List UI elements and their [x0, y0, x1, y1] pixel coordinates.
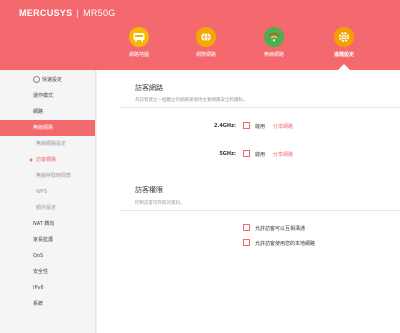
brand-logo: MERCUSYS | MR50G — [19, 8, 116, 18]
brand-name: MERCUSYS — [19, 8, 73, 18]
allow-guests-communicate-text: 允許訪客可以互相溝通 — [255, 226, 306, 232]
top-header: MERCUSYS | MR50G 網路地圖 網際網路 無線網路 進階設定 — [0, 0, 400, 70]
sidebar-item-security[interactable]: 安全性 — [0, 264, 95, 280]
sidebar-item-label: 家長監護 — [33, 237, 54, 243]
sidebar-item-label: 網路 — [33, 109, 44, 115]
sidebar-item-operation-mode[interactable]: 運作模式 — [0, 88, 95, 104]
allow-guests-local-network-checkbox[interactable] — [243, 239, 250, 246]
sidebar-item-label: 快速設定 — [42, 77, 63, 83]
sidebar-item-network[interactable]: 網路 — [0, 104, 95, 120]
nav-label: 網路地圖 — [128, 52, 149, 58]
sidebar: 快速設定 運作模式 網路 無線網路 無線網路設定 訪客網路 無線存取時間表 WP… — [0, 70, 96, 333]
band-5ghz-label: 5GHz: — [219, 151, 236, 157]
sidebar-item-label: 系統 — [33, 301, 44, 307]
gear-icon — [334, 27, 354, 47]
band-5ghz-share-link[interactable]: 分享網路 — [273, 151, 293, 158]
nav-network-map[interactable]: 網路地圖 — [114, 27, 164, 58]
section-divider — [119, 107, 400, 108]
sidebar-item-label: 運作模式 — [33, 93, 54, 99]
sidebar-item-qos[interactable]: QoS — [0, 248, 95, 264]
band-24ghz-enable-text: 啟用 — [255, 124, 266, 130]
sidebar-item-label: 安全性 — [33, 269, 49, 275]
internet-globe-icon — [196, 27, 216, 47]
allow-guests-communicate-checkbox[interactable] — [243, 224, 250, 231]
band-5ghz-enable-checkbox[interactable] — [243, 150, 250, 157]
guest-network-description: 為訪客建立一個獨立的網路來保持主要網路安全和隱私。 — [135, 98, 248, 103]
sidebar-item-additional-settings[interactable]: 額外設定 — [0, 200, 95, 216]
sidebar-item-wireless-schedule[interactable]: 無線存取時間表 — [0, 168, 95, 184]
sidebar-item-wps[interactable]: WPS — [0, 184, 95, 200]
sidebar-item-label: 無線存取時間表 — [36, 173, 72, 179]
nav-label: 無線網路 — [263, 52, 284, 58]
band-24ghz-share-link[interactable]: 分享網路 — [273, 123, 293, 130]
brand-separator: | — [76, 8, 80, 18]
sidebar-item-nat-forwarding[interactable]: NAT 轉向 — [0, 216, 95, 232]
nav-wireless[interactable]: 無線網路 — [249, 27, 299, 58]
sidebar-item-parental-controls[interactable]: 家長監護 — [0, 232, 95, 248]
band-5ghz-enable-text: 啟用 — [255, 152, 266, 158]
guest-network-title: 訪客網路 — [135, 84, 163, 92]
sidebar-item-label: QoS — [33, 253, 44, 259]
sidebar-item-guest-network[interactable]: 訪客網路 — [0, 152, 95, 168]
section-divider — [119, 210, 400, 211]
sidebar-item-wireless[interactable]: 無線網路 — [0, 120, 95, 136]
nav-internet[interactable]: 網際網路 — [181, 27, 231, 58]
sidebar-item-label: IPv6 — [33, 285, 44, 291]
nav-label: 進階設定 — [333, 52, 354, 58]
guest-permissions-description: 控制訪客可存取的資料。 — [135, 201, 185, 206]
nav-label: 網際網路 — [195, 52, 216, 58]
guest-permissions-title: 訪客權限 — [135, 186, 163, 194]
band-24ghz-enable-checkbox[interactable] — [243, 122, 250, 129]
sidebar-item-label: NAT 轉向 — [33, 221, 55, 227]
sidebar-item-label: 額外設定 — [36, 205, 57, 211]
sidebar-item-label: 訪客網路 — [36, 157, 57, 163]
main-content: 訪客網路 為訪客建立一個獨立的網路來保持主要網路安全和隱私。 2.4GHz: 啟… — [97, 70, 400, 333]
wifi-icon — [264, 27, 284, 47]
sidebar-item-ipv6[interactable]: IPv6 — [0, 280, 95, 296]
sidebar-item-quick-setup[interactable]: 快速設定 — [0, 72, 95, 88]
sidebar-item-system[interactable]: 系統 — [0, 296, 95, 312]
sidebar-item-label: 無線網路設定 — [36, 141, 67, 147]
network-map-icon — [129, 27, 149, 47]
quick-setup-icon — [33, 76, 40, 83]
allow-guests-local-network-text: 允許訪客使用您的本地網路 — [255, 241, 316, 247]
sidebar-item-wireless-settings[interactable]: 無線網路設定 — [0, 136, 95, 152]
sidebar-item-label: 無線網路 — [33, 125, 54, 131]
sidebar-item-label: WPS — [36, 189, 48, 195]
band-24ghz-label: 2.4GHz: — [213, 123, 236, 129]
nav-advanced[interactable]: 進階設定 — [319, 27, 369, 58]
model-name: MR50G — [83, 8, 116, 18]
